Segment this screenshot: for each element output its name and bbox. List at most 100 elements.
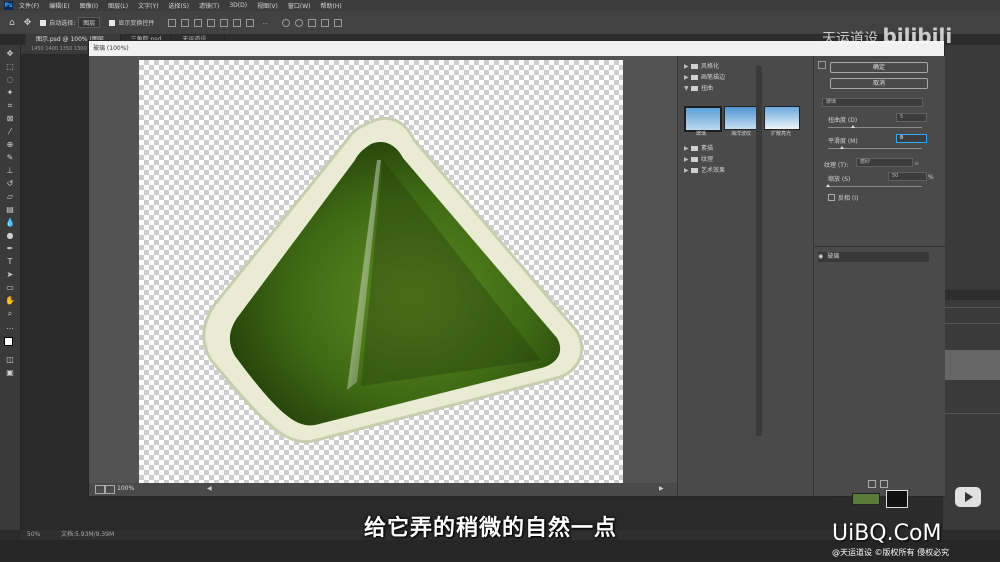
zoom-in-button[interactable] <box>105 485 115 494</box>
hand-tool-icon[interactable]: ✋ <box>5 296 15 305</box>
layer-mask-thumbnail <box>886 490 908 508</box>
thumb-ocean-ripple[interactable] <box>724 106 760 130</box>
smoothness-slider-knob[interactable] <box>840 146 844 149</box>
foreground-color-swatch[interactable] <box>4 337 13 346</box>
align-bottom-icon[interactable] <box>233 18 242 27</box>
visibility-eye-icon[interactable]: ◉ <box>818 253 823 260</box>
screen-mode-icon[interactable]: ▣ <box>5 368 15 377</box>
type-tool-icon[interactable]: T <box>5 257 15 266</box>
scroll-left-icon[interactable]: ◀ <box>207 485 212 492</box>
scroll-right-icon[interactable]: ▶ <box>659 485 664 492</box>
lasso-tool-icon[interactable]: ◌ <box>5 75 15 84</box>
cancel-button[interactable]: 取消 <box>830 78 928 89</box>
preview-canvas[interactable] <box>139 60 623 484</box>
preview-area: 100% ◀ ▶ <box>89 56 677 496</box>
eraser-tool-icon[interactable]: ▱ <box>5 192 15 201</box>
menu-3d[interactable]: 3D(D) <box>229 2 247 9</box>
zoom-level[interactable]: 100% <box>117 485 134 492</box>
category-sketch[interactable]: ▶ 素描 <box>684 143 713 152</box>
panel-divider <box>943 307 1000 308</box>
category-texture[interactable]: ▶ 纹理 <box>684 154 713 163</box>
quick-mask-icon[interactable]: ◫ <box>5 355 15 364</box>
texture-menu-icon[interactable]: ≡ <box>914 160 919 167</box>
menu-type[interactable]: 文字(Y) <box>138 1 158 10</box>
menu-edit[interactable]: 编辑(E) <box>49 1 69 10</box>
category-distort[interactable]: ▼ 扭曲 <box>684 83 713 92</box>
distortion-slider-knob[interactable] <box>851 125 855 128</box>
show-transform-checkbox[interactable]: 显示变换控件 <box>109 18 154 27</box>
tool-panel: ✥ ⬚ ◌ ✦ ⌗ ⊠ ⁄ ⊕ ✎ ⊥ ↺ ▱ ▤ 💧 ● ✒ T ➤ ▭ ✋ … <box>0 45 21 530</box>
menu-view[interactable]: 视图(V) <box>257 1 278 10</box>
gradient-tool-icon[interactable]: ▤ <box>5 205 15 214</box>
stamp-tool-icon[interactable]: ⊥ <box>5 166 15 175</box>
scaling-slider[interactable] <box>828 186 922 187</box>
thumb-diffuse-glow-label: 扩散亮光 <box>770 131 791 137</box>
more-options-button[interactable]: ... <box>262 19 268 26</box>
distortion-slider[interactable] <box>828 127 922 128</box>
marquee-tool-icon[interactable]: ⬚ <box>5 62 15 71</box>
video-icon[interactable] <box>334 18 343 27</box>
pen-tool-icon[interactable]: ✒ <box>5 244 15 253</box>
zoom-tool-icon[interactable]: ⌕ <box>5 309 15 318</box>
frame-tool-icon[interactable]: ⊠ <box>5 114 15 123</box>
3d-slide-icon[interactable] <box>321 18 330 27</box>
invert-label: 反相 (I) <box>838 195 859 202</box>
menu-layer[interactable]: 图层(L) <box>108 1 128 10</box>
align-middle-icon[interactable] <box>220 18 229 27</box>
crop-tool-icon[interactable]: ⌗ <box>5 101 15 110</box>
shape-tool-icon[interactable]: ▭ <box>5 283 15 292</box>
distribute-icon[interactable] <box>246 18 255 27</box>
divider <box>814 246 945 247</box>
move-tool-icon[interactable]: ✥ <box>5 49 15 58</box>
effect-layer-row[interactable]: ◉ 玻璃 <box>818 252 929 262</box>
thumb-glass[interactable] <box>684 106 722 132</box>
scaling-slider-knob[interactable] <box>826 184 830 187</box>
menu-window[interactable]: 窗口(W) <box>288 1 311 10</box>
distortion-input[interactable]: 5 <box>896 113 927 122</box>
3d-mode-icon[interactable] <box>282 18 291 27</box>
dodge-tool-icon[interactable]: ● <box>5 231 15 240</box>
texture-dropdown[interactable]: 磨砂 <box>856 158 913 167</box>
menu-file[interactable]: 文件(F) <box>19 1 39 10</box>
healing-brush-icon[interactable]: ⊕ <box>5 140 15 149</box>
auto-select-checkbox[interactable]: 自动选择: <box>40 18 75 27</box>
magic-wand-icon[interactable]: ✦ <box>5 88 15 97</box>
filter-settings-panel: 确定 取消 玻璃 扭曲度 (D) 5 平滑度 (M) 8 纹理 (T): 磨砂 … <box>813 56 945 496</box>
3d-pan-icon[interactable] <box>308 18 317 27</box>
category-brush-strokes[interactable]: ▶ 画笔描边 <box>684 72 725 81</box>
align-center-icon[interactable] <box>181 18 190 27</box>
collapse-icon[interactable] <box>818 61 826 69</box>
smoothness-input[interactable]: 8 <box>896 134 927 143</box>
filter-select-dropdown[interactable]: 玻璃 <box>822 98 923 107</box>
category-stylize[interactable]: ▶ 风格化 <box>684 61 719 70</box>
home-icon[interactable]: ⌂ <box>9 18 15 28</box>
thumb-diffuse-glow[interactable] <box>764 106 800 130</box>
more-tools-icon[interactable]: … <box>5 322 15 331</box>
3d-rotate-icon[interactable] <box>295 18 304 27</box>
scaling-input[interactable]: 50 <box>888 172 927 181</box>
invert-checkbox[interactable] <box>828 194 835 201</box>
menu-select[interactable]: 选择(S) <box>168 1 189 10</box>
category-scrollbar[interactable] <box>756 66 762 436</box>
eyedropper-icon[interactable]: ⁄ <box>5 127 15 136</box>
menu-image[interactable]: 图像(I) <box>80 1 98 10</box>
ok-button[interactable]: 确定 <box>830 62 928 73</box>
new-effect-layer-icon[interactable] <box>868 480 876 488</box>
blur-tool-icon[interactable]: 💧 <box>5 218 15 227</box>
layer-row-selected[interactable] <box>943 350 1000 380</box>
category-artistic[interactable]: ▶ 艺术效果 <box>684 165 725 174</box>
align-top-icon[interactable] <box>207 18 216 27</box>
brush-tool-icon[interactable]: ✎ <box>5 153 15 162</box>
align-left-icon[interactable] <box>168 18 177 27</box>
delete-effect-layer-icon[interactable] <box>880 480 888 488</box>
menu-help[interactable]: 帮助(H) <box>321 1 342 10</box>
video-subtitle: 给它弄的稍微的自然一点 <box>364 516 618 541</box>
align-right-icon[interactable] <box>194 18 203 27</box>
panel-header <box>943 290 1000 300</box>
zoom-out-button[interactable] <box>95 485 105 494</box>
history-brush-icon[interactable]: ↺ <box>5 179 15 188</box>
layer-select-dropdown[interactable]: 图层 <box>78 17 101 28</box>
menu-filter[interactable]: 滤镜(T) <box>199 1 219 10</box>
move-tool-icon[interactable]: ✥ <box>24 18 32 28</box>
path-select-icon[interactable]: ➤ <box>5 270 15 279</box>
